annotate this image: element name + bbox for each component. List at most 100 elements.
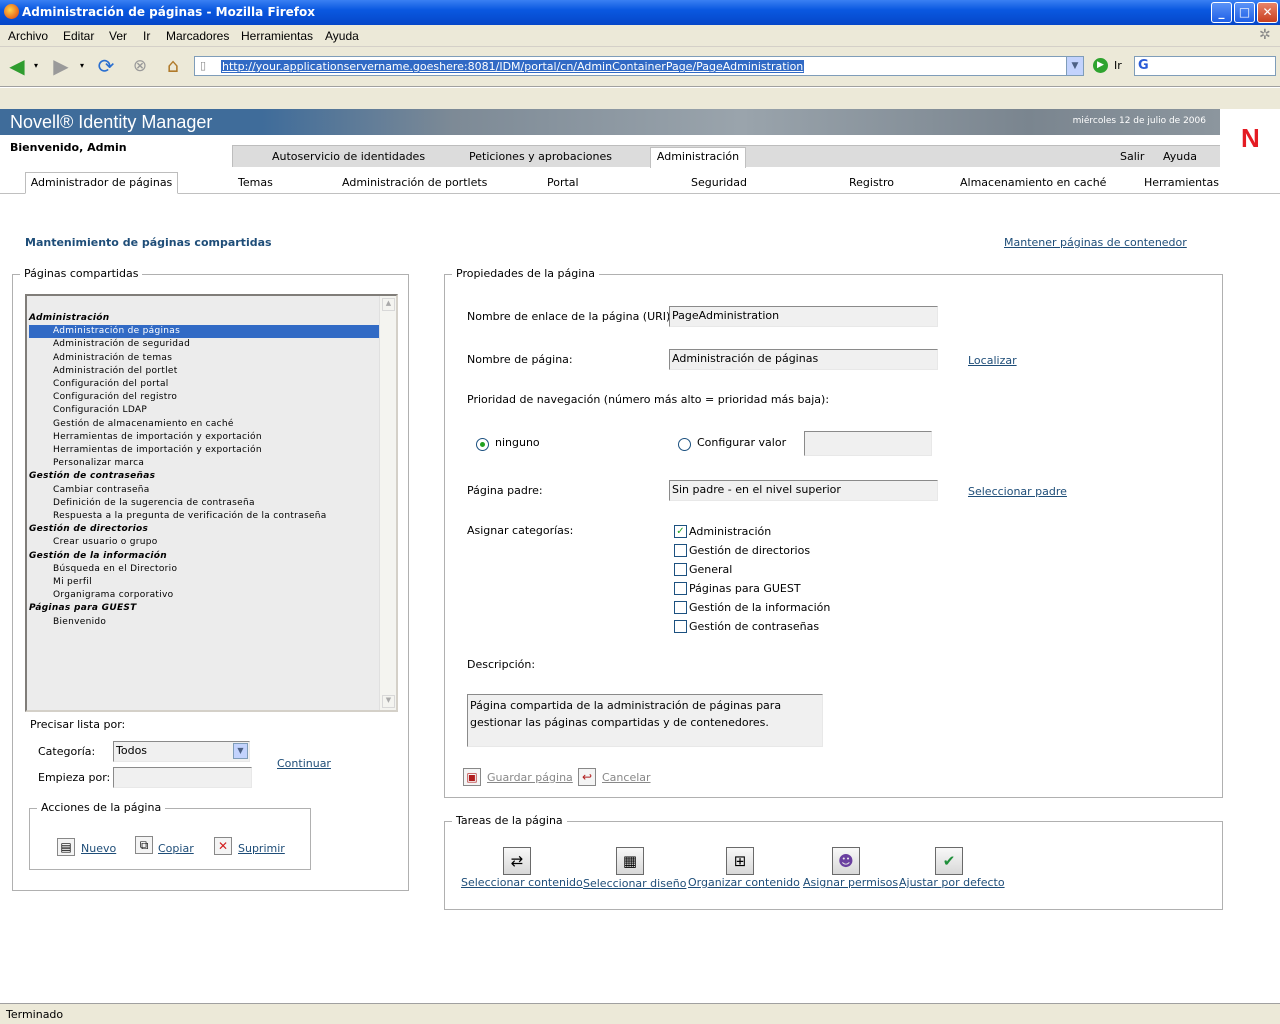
list-item[interactable]: Bienvenido xyxy=(29,616,379,629)
maximize-button[interactable]: □ xyxy=(1234,2,1255,23)
save-icon[interactable]: ▣ xyxy=(463,768,481,786)
arrange-content-icon[interactable]: ⊞ xyxy=(726,847,754,875)
list-item[interactable]: Gestión de almacenamiento en caché xyxy=(29,418,379,431)
list-item[interactable]: Herramientas de importación y exportació… xyxy=(29,444,379,457)
tab-peticiones[interactable]: Peticiones y aprobaciones xyxy=(469,150,612,163)
category-checkbox-informacion[interactable] xyxy=(674,601,687,614)
menu-ayuda[interactable]: Ayuda xyxy=(325,29,359,43)
priority-value-input[interactable] xyxy=(804,431,932,456)
assign-permissions-link[interactable]: Asignar permisos xyxy=(803,876,898,889)
starts-with-input[interactable] xyxy=(113,767,252,788)
forward-dropdown-icon[interactable]: ▾ xyxy=(80,61,84,70)
list-item[interactable]: Mi perfil xyxy=(29,576,379,589)
subnav-themes[interactable]: Temas xyxy=(238,176,273,189)
select-layout-icon[interactable]: ▦ xyxy=(616,847,644,875)
select-parent-link[interactable]: Seleccionar padre xyxy=(968,485,1067,498)
category-select[interactable]: Todos ▼ xyxy=(113,741,250,762)
back-dropdown-icon[interactable]: ▾ xyxy=(34,61,38,70)
cancel-icon[interactable]: ↩ xyxy=(578,768,596,786)
menu-herramientas[interactable]: Herramientas xyxy=(241,29,313,43)
radio-set-value[interactable] xyxy=(678,438,691,451)
menu-archivo[interactable]: Archivo xyxy=(8,29,48,43)
category-checkbox-guest[interactable] xyxy=(674,582,687,595)
parent-page-input[interactable]: Sin padre - en el nivel superior xyxy=(669,480,938,501)
logout-link[interactable]: Salir xyxy=(1120,150,1144,163)
cancel-button[interactable]: Cancelar xyxy=(602,771,651,784)
back-icon[interactable]: ◀ xyxy=(4,53,30,79)
list-item[interactable]: Configuración del portal xyxy=(29,378,379,391)
category-checkbox-administracion[interactable]: ✓ xyxy=(674,525,687,538)
menu-ver[interactable]: Ver xyxy=(109,29,127,43)
list-item[interactable]: Configuración del registro xyxy=(29,391,379,404)
select-content-link[interactable]: Seleccionar contenido xyxy=(461,876,583,889)
subnav-page-admin[interactable]: Administrador de páginas xyxy=(25,172,178,194)
copy-button[interactable]: Copiar xyxy=(158,842,194,855)
url-text[interactable]: http://your.applicationservername.goeshe… xyxy=(221,60,805,73)
list-item-selected[interactable]: Administración de páginas xyxy=(29,325,379,339)
reload-icon[interactable]: ⟳ xyxy=(93,53,119,79)
maintain-container-link[interactable]: Mantener páginas de contenedor xyxy=(1004,236,1187,249)
list-item[interactable]: Organigrama corporativo xyxy=(29,589,379,602)
home-icon[interactable]: ⌂ xyxy=(160,53,186,79)
stop-icon[interactable]: ⊗ xyxy=(127,53,153,79)
radio-none[interactable] xyxy=(476,438,489,451)
window-title: Administración de páginas - Mozilla Fire… xyxy=(22,5,316,19)
minimize-button[interactable]: _ xyxy=(1211,2,1232,23)
subnav-tools[interactable]: Herramientas xyxy=(1144,176,1219,189)
select-content-icon[interactable]: ⇄ xyxy=(503,847,531,875)
tab-administracion[interactable]: Administración xyxy=(650,147,746,168)
page-name-input[interactable]: Administración de páginas xyxy=(669,349,938,370)
scroll-up-icon[interactable]: ▲ xyxy=(382,298,395,311)
list-item[interactable]: Crear usuario o grupo xyxy=(29,536,379,549)
category-checkbox-directorios[interactable] xyxy=(674,544,687,557)
list-item[interactable]: Cambiar contraseña xyxy=(29,484,379,497)
list-item[interactable]: Herramientas de importación y exportació… xyxy=(29,431,379,444)
new-page-icon[interactable]: ▤ xyxy=(57,838,75,856)
list-scrollbar[interactable]: ▲ ▼ xyxy=(379,296,396,710)
menu-ir[interactable]: Ir xyxy=(143,29,150,43)
delete-button[interactable]: Suprimir xyxy=(238,842,285,855)
category-checkbox-contrasenas[interactable] xyxy=(674,620,687,633)
assign-permissions-icon[interactable]: ☻ xyxy=(832,847,860,875)
arrange-content-link[interactable]: Organizar contenido xyxy=(688,876,800,889)
forward-icon[interactable]: ▶ xyxy=(48,53,74,79)
url-dropdown-icon[interactable]: ▼ xyxy=(1066,57,1083,75)
list-item[interactable]: Administración de seguridad xyxy=(29,338,379,351)
close-button[interactable]: ✕ xyxy=(1257,2,1278,23)
menu-editar[interactable]: Editar xyxy=(63,29,94,43)
list-item[interactable]: Administración del portlet xyxy=(29,365,379,378)
subnav-portlets[interactable]: Administración de portlets xyxy=(342,176,487,189)
subnav-cache[interactable]: Almacenamiento en caché xyxy=(960,176,1106,189)
list-item[interactable]: Definición de la sugerencia de contraseñ… xyxy=(29,497,379,510)
list-item[interactable]: Personalizar marca xyxy=(29,457,379,470)
list-item[interactable]: Configuración LDAP xyxy=(29,404,379,417)
list-item[interactable]: Administración de temas xyxy=(29,352,379,365)
help-link[interactable]: Ayuda xyxy=(1163,150,1197,163)
list-item[interactable]: Respuesta a la pregunta de verificación … xyxy=(29,510,379,523)
set-defaults-link[interactable]: Ajustar por defecto xyxy=(899,876,1005,889)
new-button[interactable]: Nuevo xyxy=(81,842,116,855)
list-item[interactable]: Búsqueda en el Directorio xyxy=(29,563,379,576)
go-icon[interactable]: ▶ xyxy=(1093,58,1108,73)
description-textarea[interactable]: Página compartida de la administración d… xyxy=(467,694,823,747)
chevron-down-icon[interactable]: ▼ xyxy=(233,743,248,759)
set-defaults-icon[interactable]: ✔ xyxy=(935,847,963,875)
delete-icon[interactable]: ✕ xyxy=(214,837,232,855)
localize-link[interactable]: Localizar xyxy=(968,354,1017,367)
copy-page-icon[interactable]: ⧉ xyxy=(135,836,153,854)
uri-input[interactable]: PageAdministration xyxy=(669,306,938,327)
subnav-portal[interactable]: Portal xyxy=(547,176,579,189)
subnav-registry[interactable]: Registro xyxy=(849,176,894,189)
continue-link[interactable]: Continuar xyxy=(277,757,331,770)
url-bar[interactable]: ▯ http://your.applicationservername.goes… xyxy=(194,56,1084,76)
go-button[interactable]: Ir xyxy=(1114,59,1122,72)
category-checkbox-general[interactable] xyxy=(674,563,687,576)
tab-autoservicio[interactable]: Autoservicio de identidades xyxy=(272,150,425,163)
shared-pages-list[interactable]: Administración Administración de páginas A… xyxy=(25,294,398,712)
subnav-security[interactable]: Seguridad xyxy=(691,176,747,189)
scroll-down-icon[interactable]: ▼ xyxy=(382,695,395,708)
menu-marcadores[interactable]: Marcadores xyxy=(166,29,229,43)
select-layout-link[interactable]: Seleccionar diseño xyxy=(583,877,686,890)
save-page-button[interactable]: Guardar página xyxy=(487,771,573,784)
search-input[interactable]: G xyxy=(1134,56,1276,76)
